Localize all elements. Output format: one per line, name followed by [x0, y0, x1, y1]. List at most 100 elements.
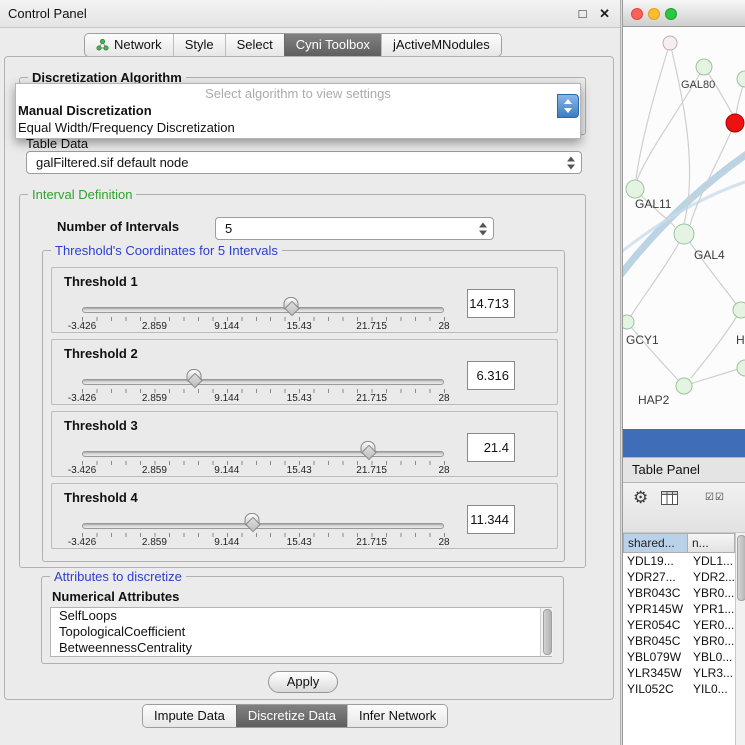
window-controls: □ ✕: [570, 0, 610, 27]
slider-scale-labels: -3.4262.8599.14415.4321.71528: [82, 465, 444, 476]
slider-thumb[interactable]: [283, 297, 298, 310]
network-node: [737, 360, 745, 376]
slider-scale-label: 28: [438, 537, 449, 548]
tab-impute-data[interactable]: Impute Data: [143, 705, 236, 727]
table-row[interactable]: YDL19...YDL1...: [623, 553, 735, 569]
attributes-group-label: Attributes to discretize: [50, 569, 186, 584]
tab-jactivemnodules[interactable]: jActiveMNodules: [381, 34, 501, 56]
gear-icon[interactable]: ⚙: [633, 488, 648, 508]
slider-track[interactable]: [82, 307, 444, 313]
slider-scale-label: 21.715: [356, 321, 387, 332]
node-label: GAL11: [635, 197, 671, 211]
table-row[interactable]: YBL079WYBL0...: [623, 649, 735, 665]
table-body[interactable]: YDL19...YDL1...YDR27...YDR2...YBR043CYBR…: [623, 553, 735, 745]
slider-scale-labels: -3.4262.8599.14415.4321.71528: [82, 537, 444, 548]
threshold-slider[interactable]: [82, 451, 444, 457]
minimize-traffic-light-icon[interactable]: [648, 8, 660, 20]
network-node: [733, 302, 745, 318]
table-columns-icon[interactable]: [661, 491, 678, 505]
select-columns-icon[interactable]: ☑☑: [705, 492, 725, 503]
network-node: [696, 59, 712, 75]
slider-track[interactable]: [82, 379, 444, 385]
number-of-intervals-combobox[interactable]: 5: [215, 217, 494, 240]
number-of-intervals-value: 5: [225, 218, 232, 239]
table-cell: YDR27...: [623, 569, 688, 585]
table-row[interactable]: YER054CYER0...: [623, 617, 735, 633]
combobox-arrows-icon[interactable]: [557, 94, 579, 118]
attribute-list-item[interactable]: SelfLoops: [51, 608, 551, 624]
close-window-icon[interactable]: ✕: [599, 6, 610, 21]
table-row[interactable]: YBR045CYBR0...: [623, 633, 735, 649]
combobox-stepper-icon: [566, 156, 575, 169]
threshold-label: Threshold 3: [64, 418, 138, 433]
slider-thumb[interactable]: [360, 441, 375, 454]
algorithm-option-equal-width[interactable]: Equal Width/Frequency Discretization: [16, 119, 580, 136]
table-cell: YBL0...: [688, 649, 735, 665]
thresholds-group-label: Threshold's Coordinates for 5 Intervals: [51, 243, 282, 258]
slider-scale-label: 15.43: [287, 393, 312, 404]
network-node: [676, 378, 692, 394]
table-row[interactable]: YPR145WYPR1...: [623, 601, 735, 617]
float-window-icon[interactable]: □: [579, 6, 587, 21]
apply-button[interactable]: Apply: [268, 671, 338, 693]
slider-thumb[interactable]: [187, 369, 202, 382]
tab-label: Network: [114, 34, 162, 56]
numerical-attributes-list[interactable]: SelfLoopsTopologicalCoefficientBetweenne…: [50, 607, 552, 657]
tab-cyni-toolbox[interactable]: Cyni Toolbox: [284, 34, 381, 56]
tab-discretize-data[interactable]: Discretize Data: [236, 705, 347, 727]
node-label: H: [736, 333, 745, 347]
algorithm-placeholder-option[interactable]: Select algorithm to view settings: [16, 85, 580, 102]
table-row[interactable]: YBR043CYBR0...: [623, 585, 735, 601]
threshold-label: Threshold 4: [64, 490, 138, 505]
table-cell: YIL052C: [623, 681, 688, 697]
tab-network[interactable]: Network: [85, 34, 173, 56]
table-panel-title: Table Panel: [623, 457, 745, 483]
slider-track[interactable]: [82, 451, 444, 457]
threshold-value-field[interactable]: 21.4: [467, 433, 515, 462]
network-icon: [96, 39, 109, 51]
network-node: [626, 180, 644, 198]
column-header-name[interactable]: n...: [688, 533, 735, 553]
attribute-list-item[interactable]: BetweennessCentrality: [51, 640, 551, 656]
attributes-group: Attributes to discretize Numerical Attri…: [41, 576, 564, 664]
table-cell: YLR345W: [623, 665, 688, 681]
network-window-frame: [623, 429, 745, 457]
interval-definition-label: Interval Definition: [28, 187, 136, 202]
algorithm-dropdown-popup: Select algorithm to view settings Manual…: [15, 83, 581, 139]
slider-scale-label: 15.43: [287, 537, 312, 548]
network-node: [737, 71, 745, 87]
column-header-shared-name[interactable]: shared...: [623, 533, 688, 553]
slider-scale-label: 2.859: [142, 393, 167, 404]
close-traffic-light-icon[interactable]: [631, 8, 643, 20]
slider-scale-label: 9.144: [214, 465, 239, 476]
threshold-label: Threshold 1: [64, 274, 138, 289]
algorithm-option-manual[interactable]: Manual Discretization: [16, 102, 580, 119]
threshold-value-field[interactable]: 6.316: [467, 361, 515, 390]
table-panel-window: ⚙ ☑☑ shared... n... YDL19...YDL1...YDR27…: [623, 483, 745, 745]
threshold-3-panel: Threshold 3 -3.4262.8599.14415.4321.7152…: [51, 411, 558, 477]
threshold-value-field[interactable]: 14.713: [467, 289, 515, 318]
slider-thumb[interactable]: [245, 513, 260, 526]
list-scrollbar[interactable]: [540, 608, 553, 656]
tab-infer-network[interactable]: Infer Network: [347, 705, 447, 727]
window-title: Control Panel: [8, 0, 87, 27]
threshold-value-field[interactable]: 11.344: [467, 505, 515, 534]
table-row[interactable]: YDR27...YDR2...: [623, 569, 735, 585]
tab-style[interactable]: Style: [173, 34, 225, 56]
threshold-slider[interactable]: [82, 307, 444, 313]
network-canvas[interactable]: GAL80 GAL11 GAL4 GCY1 HAP2 H: [623, 27, 745, 429]
zoom-traffic-light-icon[interactable]: [665, 8, 677, 20]
network-node: [623, 315, 634, 329]
table-row[interactable]: YLR345WYLR3...: [623, 665, 735, 681]
attribute-list-item[interactable]: TopologicalCoefficient: [51, 624, 551, 640]
node-label: HAP2: [638, 393, 669, 407]
slider-scale-label: 28: [438, 393, 449, 404]
table-row[interactable]: YIL052CYIL0...: [623, 681, 735, 697]
threshold-slider[interactable]: [82, 379, 444, 385]
slider-scale-label: 15.43: [287, 465, 312, 476]
threshold-slider[interactable]: [82, 523, 444, 529]
table-scrollbar[interactable]: [735, 533, 745, 745]
tab-select[interactable]: Select: [225, 34, 284, 56]
table-data-combobox[interactable]: galFiltered.sif default node: [26, 151, 582, 174]
slider-track[interactable]: [82, 523, 444, 529]
